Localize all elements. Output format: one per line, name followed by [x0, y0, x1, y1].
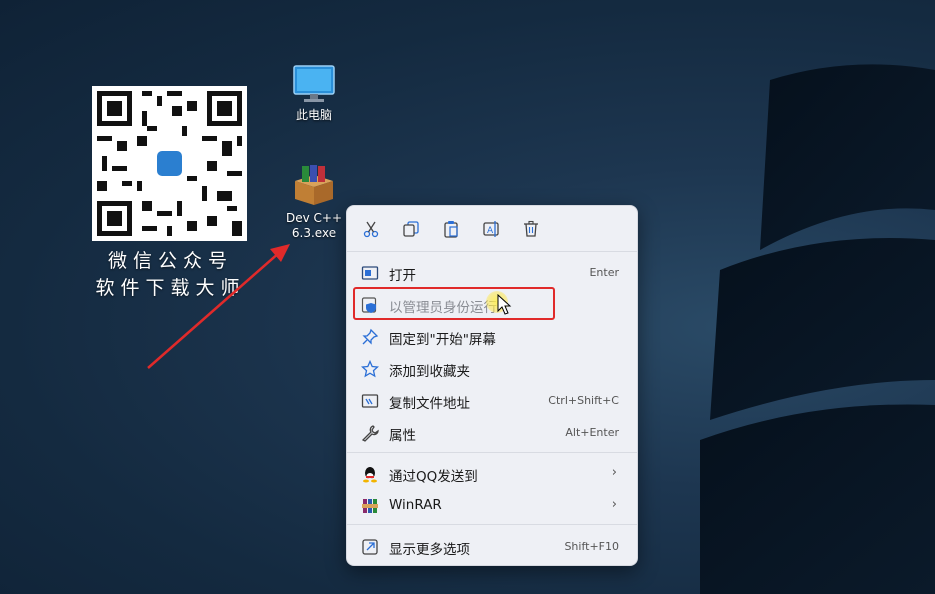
menu-divider: [347, 452, 637, 453]
pin-icon: [362, 328, 379, 345]
delete-icon[interactable]: [522, 220, 540, 238]
chevron-right-icon: ›: [611, 465, 617, 480]
rename-icon[interactable]: A: [482, 220, 500, 238]
winrar-icon: [362, 499, 378, 513]
menu-item-show-more-options[interactable]: 显示更多选项 Shift+F10: [353, 531, 631, 561]
menu-item-shortcut: Shift+F10: [564, 540, 619, 553]
menu-item-label: 添加到收藏夹: [389, 364, 470, 380]
menu-item-label: 显示更多选项: [389, 542, 470, 558]
wrench-icon: [361, 425, 379, 442]
open-icon: [361, 266, 379, 280]
menu-divider: [347, 524, 637, 525]
menu-item-shortcut: Ctrl+Shift+C: [548, 394, 619, 407]
cut-icon[interactable]: [362, 220, 380, 238]
menu-item-pin-to-start[interactable]: 固定到"开始"屏幕: [353, 321, 631, 351]
qq-icon: [363, 467, 377, 483]
menu-item-shortcut: Enter: [589, 266, 619, 279]
mouse-cursor-icon: [497, 294, 512, 315]
chevron-right-icon: ›: [611, 497, 617, 512]
star-icon: [361, 360, 379, 378]
menu-item-label: 固定到"开始"屏幕: [389, 332, 496, 348]
copy-path-icon: [361, 394, 379, 408]
menu-item-label: 打开: [389, 268, 416, 284]
svg-text:A: A: [487, 226, 494, 236]
menu-item-shortcut: Alt+Enter: [565, 426, 619, 439]
context-menu-toolbar: A: [347, 206, 637, 250]
more-options-icon: [362, 539, 378, 555]
menu-item-winrar[interactable]: WinRAR ›: [353, 490, 631, 520]
menu-item-send-via-qq[interactable]: 通过QQ发送到 ›: [353, 458, 631, 488]
menu-item-add-to-favorites[interactable]: 添加到收藏夹: [353, 353, 631, 383]
menu-item-label: 属性: [389, 428, 416, 444]
annotation-highlight-box: [353, 287, 555, 320]
menu-item-label: 复制文件地址: [389, 396, 470, 412]
menu-divider: [347, 251, 637, 252]
menu-item-open[interactable]: 打开 Enter: [353, 257, 631, 287]
copy-icon[interactable]: [402, 220, 420, 238]
menu-item-properties[interactable]: 属性 Alt+Enter: [353, 417, 631, 447]
menu-item-label: WinRAR: [389, 497, 442, 513]
paste-icon[interactable]: [442, 220, 460, 238]
context-menu: A 打开 Enter 以管理员身份运行 固定到"开始"屏幕 添加到收藏夹 复制文…: [346, 205, 638, 566]
menu-item-copy-path[interactable]: 复制文件地址 Ctrl+Shift+C: [353, 385, 631, 415]
menu-item-label: 通过QQ发送到: [389, 469, 478, 485]
